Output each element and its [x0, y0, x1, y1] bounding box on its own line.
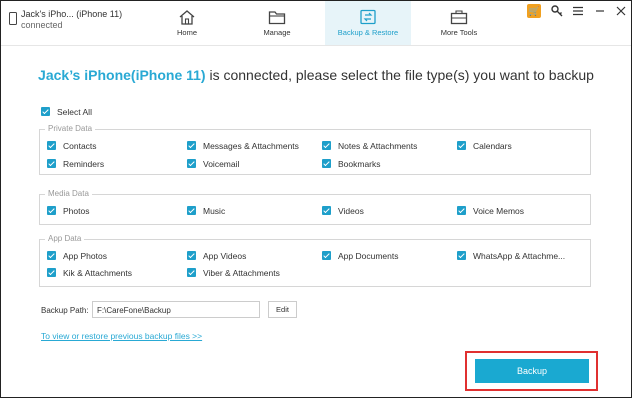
backup-path-field[interactable]: F:\CareFone\Backup [92, 301, 260, 318]
checkbox-label: Notes & Attachments [338, 141, 418, 151]
backup-restore-icon [360, 9, 376, 25]
checkbox-label: Kik & Attachments [63, 268, 132, 278]
checkbox-messages[interactable]: Messages & Attachments [187, 141, 299, 151]
home-icon [179, 10, 195, 25]
nav-backup-restore[interactable]: Backup & Restore [325, 1, 411, 45]
checkbox-checked-icon [322, 159, 331, 168]
checkbox-checked-icon [187, 251, 196, 260]
checkbox-videos[interactable]: Videos [322, 206, 364, 216]
top-bar: Jack's iPho... (iPhone 11) connected Hom… [1, 1, 631, 46]
checkbox-bookmarks[interactable]: Bookmarks [322, 159, 381, 169]
window-controls: 🛒 [522, 4, 627, 20]
device-name: Jack's iPho... (iPhone 11) [21, 9, 123, 19]
heading-device: Jack’s iPhone(iPhone 11) [38, 67, 206, 83]
minimize-icon[interactable] [594, 4, 606, 22]
checkbox-label: Voice Memos [473, 206, 525, 216]
nav-home-label: Home [176, 28, 197, 37]
checkbox-label: App Videos [203, 251, 247, 261]
checkbox-app-videos[interactable]: App Videos [187, 251, 246, 261]
private-data-title: Private Data [45, 124, 96, 133]
checkbox-label: Viber & Attachments [203, 268, 280, 278]
view-backups-link[interactable]: To view or restore previous backup files… [41, 331, 202, 341]
edit-path-button[interactable]: Edit [268, 301, 297, 318]
app-data-group: App Data [39, 234, 591, 287]
close-icon[interactable] [615, 4, 627, 22]
checkbox-checked-icon [457, 206, 466, 215]
phone-icon [9, 12, 17, 25]
checkbox-label: Messages & Attachments [203, 141, 299, 151]
checkbox-label: Music [203, 206, 226, 216]
checkbox-whatsapp[interactable]: WhatsApp & Attachme... [457, 251, 565, 261]
checkbox-checked-icon [47, 251, 56, 260]
key-icon[interactable] [550, 4, 563, 22]
checkbox-label: Contacts [63, 141, 97, 151]
nav-manage-label: Manage [263, 28, 291, 37]
checkbox-calendars[interactable]: Calendars [457, 141, 512, 151]
backup-button[interactable]: Backup [475, 359, 589, 383]
nav-more-tools-label: More Tools [440, 28, 478, 37]
device-status: connected [21, 20, 63, 30]
checkbox-label: Bookmarks [338, 159, 381, 169]
checkbox-checked-icon [457, 141, 466, 150]
nav-backup-restore-label: Backup & Restore [337, 28, 399, 37]
checkbox-label: Photos [63, 206, 90, 216]
checkbox-checked-icon [187, 268, 196, 277]
private-data-group: Private Data [39, 124, 591, 175]
checkbox-music[interactable]: Music [187, 206, 225, 216]
checkbox-checked-icon [322, 141, 331, 150]
cart-icon[interactable]: 🛒 [527, 4, 542, 18]
checkbox-label: Calendars [473, 141, 512, 151]
checkbox-contacts[interactable]: Contacts [47, 141, 97, 151]
checkbox-checked-icon [47, 206, 56, 215]
checkbox-label: WhatsApp & Attachme... [473, 251, 566, 261]
media-data-title: Media Data [45, 189, 92, 198]
checkbox-kik[interactable]: Kik & Attachments [47, 268, 132, 278]
nav-home[interactable]: Home [147, 1, 227, 45]
heading-text: is connected, please select the file typ… [205, 67, 594, 83]
app-window: Jack's iPho... (iPhone 11) connected Hom… [0, 0, 632, 398]
checkbox-viber[interactable]: Viber & Attachments [187, 268, 280, 278]
checkbox-checked-icon [47, 268, 56, 277]
checkbox-checked-icon [187, 206, 196, 215]
checkbox-label: App Documents [338, 251, 399, 261]
toolbox-icon [450, 10, 468, 25]
checkbox-label: App Photos [63, 251, 107, 261]
page-heading: Jack’s iPhone(iPhone 11) is connected, p… [1, 67, 631, 83]
menu-icon[interactable] [572, 4, 584, 22]
checkbox-checked-icon [457, 251, 466, 260]
checkbox-label: Voicemail [203, 159, 240, 169]
nav-manage[interactable]: Manage [237, 1, 317, 45]
checkbox-checked-icon [47, 159, 56, 168]
checkbox-checked-icon [47, 141, 56, 150]
checkbox-checked-icon [41, 107, 50, 116]
checkbox-label: Reminders [63, 159, 105, 169]
checkbox-notes[interactable]: Notes & Attachments [322, 141, 417, 151]
checkbox-checked-icon [187, 141, 196, 150]
checkbox-checked-icon [187, 159, 196, 168]
checkbox-app-documents[interactable]: App Documents [322, 251, 398, 261]
select-all-label: Select All [57, 107, 92, 117]
device-info: Jack's iPho... (iPhone 11) connected [9, 9, 123, 31]
folder-icon [268, 11, 286, 25]
select-all-checkbox[interactable]: Select All [41, 107, 92, 117]
checkbox-photos[interactable]: Photos [47, 206, 89, 216]
backup-path-label: Backup Path: [41, 306, 89, 315]
checkbox-checked-icon [322, 251, 331, 260]
checkbox-voicemail[interactable]: Voicemail [187, 159, 239, 169]
checkbox-reminders[interactable]: Reminders [47, 159, 104, 169]
nav-more-tools[interactable]: More Tools [419, 1, 499, 45]
checkbox-checked-icon [322, 206, 331, 215]
checkbox-voice-memos[interactable]: Voice Memos [457, 206, 524, 216]
app-data-title: App Data [45, 234, 85, 243]
checkbox-label: Videos [338, 206, 364, 216]
checkbox-app-photos[interactable]: App Photos [47, 251, 107, 261]
